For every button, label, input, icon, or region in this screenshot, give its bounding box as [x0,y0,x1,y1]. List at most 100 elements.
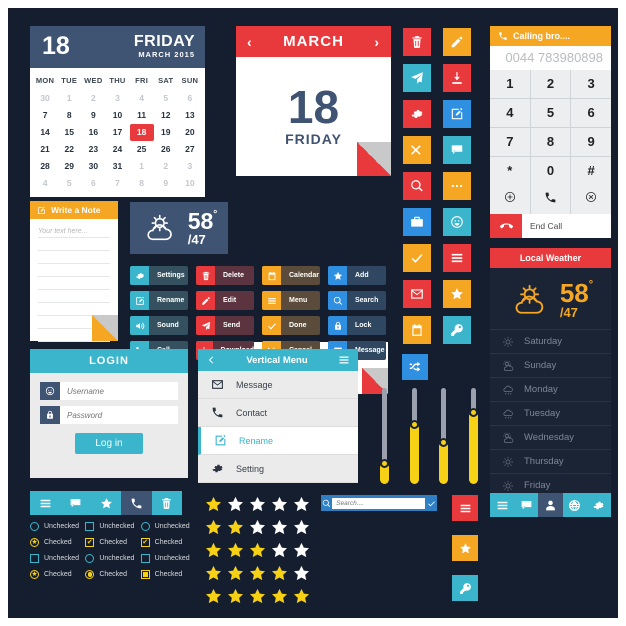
label-button-add[interactable]: Add [328,266,386,285]
label-button-rename[interactable]: Rename [130,291,188,310]
menu-item-setting[interactable]: Setting [198,455,358,483]
side-button-column[interactable] [452,495,478,601]
star-icon[interactable] [204,495,223,514]
tile-send-icon[interactable] [403,64,431,92]
star-icon[interactable] [292,541,311,560]
tile-calendar-icon[interactable] [403,316,431,344]
search-confirm-button[interactable] [425,499,437,508]
star-icon[interactable] [226,495,245,514]
calendar-day-cell[interactable]: 1 [130,158,154,175]
calendar-day-cell[interactable]: 8 [57,107,81,124]
label-button-delete[interactable]: Delete [196,266,254,285]
calendar-day-cell[interactable]: 30 [81,158,105,175]
forecast-row[interactable]: Sunday [490,353,611,377]
checkbox-item[interactable]: ✔ Checked [85,538,140,547]
slider-4[interactable] [468,388,478,484]
calendar-day-cell[interactable]: 3 [178,158,202,175]
dialer-key-4[interactable]: 4 [490,99,530,127]
weather-small-widget[interactable]: 58° /47 [130,202,228,254]
calendar-day-cell[interactable]: 20 [178,124,202,141]
tile-close-icon[interactable] [403,136,431,164]
checkbox-item[interactable]: ★ Checked [30,538,85,547]
star-icon[interactable] [248,541,267,560]
tile-chat-icon[interactable] [443,136,471,164]
side-button-menu[interactable] [452,495,478,521]
radio-button[interactable] [85,554,95,563]
label-button-sound[interactable]: Sound [130,316,188,335]
star-icon[interactable] [270,495,289,514]
calendar-day-cell[interactable]: 25 [130,141,154,158]
checkbox-item[interactable]: Unchecked [30,522,85,531]
note-widget[interactable]: Write a Note Your text here... [30,201,118,342]
toolbar-item-chat[interactable] [60,491,91,515]
calendar-day-cell[interactable]: 7 [33,107,57,124]
star-icon[interactable] [226,541,245,560]
label-button-calendar[interactable]: Calendar [262,266,320,285]
star-rating-grid[interactable] [204,495,314,606]
label-button-send[interactable]: Send [196,316,254,335]
next-month-button[interactable]: › [374,34,380,50]
dialer-widget[interactable]: Calling bro.... 0044 783980898 123 456 789… [490,26,611,238]
dialer-key-8[interactable]: 8 [530,128,571,156]
icon-tile-grid[interactable] [403,28,471,344]
calendar-day-cell[interactable]: 7 [105,175,129,192]
calendar-day-cell[interactable]: 11 [130,107,154,124]
calendar-day-cell[interactable]: 8 [130,175,154,192]
toolbar-item-chat[interactable] [514,493,539,517]
checkbox-item[interactable]: Unchecked [85,554,140,563]
local-weather-widget[interactable]: Local Weather 58° /47 Saturday Sunday Mond… [490,248,611,501]
calendar-day-cell[interactable]: 21 [33,141,57,158]
label-button-lock[interactable]: Lock [328,316,386,335]
toolbar-item-call[interactable] [121,491,152,515]
calendar-day-cell[interactable]: 9 [81,107,105,124]
tile-key-icon[interactable] [443,316,471,344]
calendar-day-cell[interactable]: 27 [178,141,202,158]
calendar-day-cell[interactable]: 1 [57,90,81,107]
star-icon[interactable] [226,587,245,606]
calendar-day-cell[interactable]: 3 [105,90,129,107]
calendar-day-cell[interactable]: 19 [154,124,178,141]
login-form[interactable]: LOGIN Log in [30,349,188,478]
slider-2[interactable] [409,388,419,484]
tile-search-icon[interactable] [403,172,431,200]
dialer-keypad[interactable]: 1 2 3 4 5 6 7 8 9 * 0 # [490,70,611,185]
radio-button[interactable] [85,570,95,579]
checkbox-item[interactable]: Unchecked [140,522,196,531]
calendar-day-cell[interactable]: 6 [81,175,105,192]
menu-icon[interactable] [338,354,350,366]
checkbox-item[interactable]: ★ Checked [30,570,85,579]
end-call-icon-box[interactable] [490,214,522,238]
tile-pencil-icon[interactable] [443,28,471,56]
forecast-row[interactable]: Saturday [490,329,611,353]
side-button-star[interactable] [452,535,478,561]
slider-1[interactable] [380,388,389,484]
tile-download-icon[interactable] [443,64,471,92]
tile-menu-icon[interactable] [443,244,471,272]
checkbox[interactable] [30,554,39,563]
star-icon[interactable] [204,587,223,606]
tile-compose-icon[interactable] [443,100,471,128]
label-button-done[interactable]: Done [262,316,320,335]
dialer-key-6[interactable]: 6 [571,99,611,127]
star-icon[interactable] [292,564,311,583]
calendar-day-cell[interactable]: 12 [154,107,178,124]
star-icon[interactable] [226,564,245,583]
tile-star-icon[interactable] [443,280,471,308]
calendar-day-cell[interactable]: 4 [33,175,57,192]
calendar-day-cell[interactable]: 13 [178,107,202,124]
star-icon[interactable] [248,495,267,514]
toolbar-blue[interactable] [490,493,612,517]
radio-button[interactable]: ★ [30,570,39,579]
calendar-day-cell[interactable]: 26 [154,141,178,158]
label-button-grid[interactable]: Settings Delete Calendar Add Rename Edit Menu S… [130,266,388,360]
star-icon[interactable] [270,518,289,537]
label-button-settings[interactable]: Settings [130,266,188,285]
calendar-day-cell[interactable]: 2 [154,158,178,175]
password-input[interactable] [60,406,178,424]
checkbox[interactable] [140,554,150,563]
chevron-left-icon[interactable] [206,355,216,365]
dialer-delete-button[interactable] [571,185,611,214]
star-icon[interactable] [292,518,311,537]
calendar-day-cell[interactable]: 9 [154,175,178,192]
dialer-add-call-button[interactable] [490,185,530,214]
